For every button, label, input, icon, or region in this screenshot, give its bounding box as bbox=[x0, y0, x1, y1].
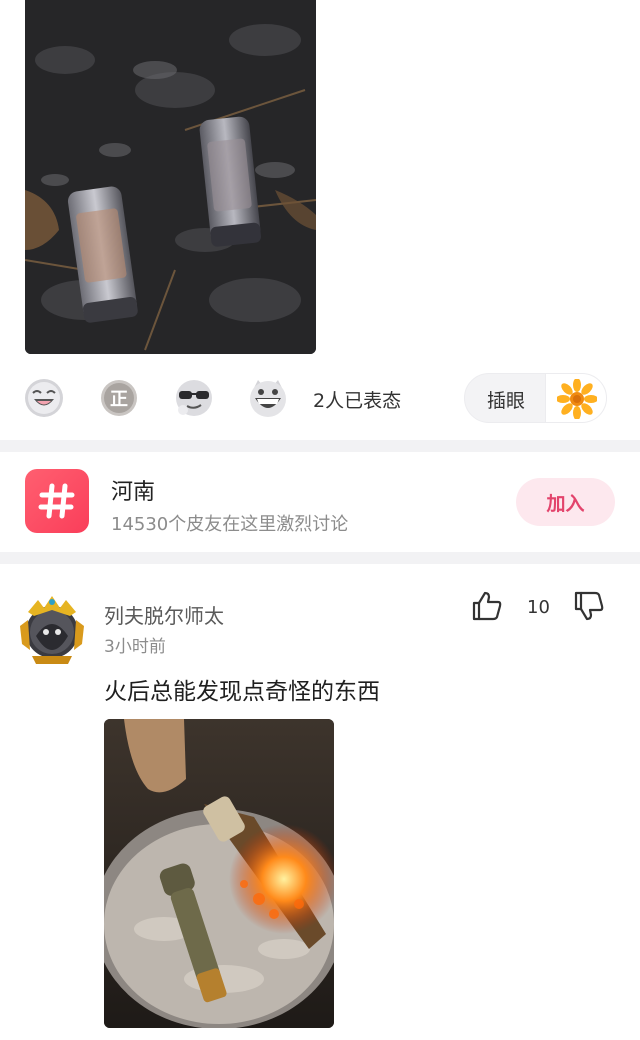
reaction-summary[interactable]: 2人已表态 bbox=[313, 386, 401, 413]
thumbs-up-icon[interactable] bbox=[470, 589, 504, 623]
topic-subtitle: 14530个皮友在这里激烈讨论 bbox=[111, 514, 349, 535]
sunflower-icon bbox=[545, 374, 606, 422]
topic-title[interactable]: 河南 bbox=[111, 474, 155, 506]
thumbs-down-icon[interactable] bbox=[572, 589, 606, 623]
section-divider bbox=[0, 440, 640, 452]
username[interactable]: 列夫脱尔师太 bbox=[104, 600, 224, 629]
hashtag-icon bbox=[25, 469, 89, 533]
like-count: 10 bbox=[527, 597, 550, 618]
sunglasses-face-icon[interactable] bbox=[174, 378, 214, 418]
post-image-fire-pit[interactable] bbox=[104, 719, 334, 1028]
insert-eye-label: 插眼 bbox=[487, 390, 526, 412]
post-time: 3小时前 bbox=[104, 637, 166, 657]
zheng-badge-icon[interactable]: 正 bbox=[99, 378, 139, 418]
post-text: 火后总能发现点奇怪的东西 bbox=[104, 679, 380, 705]
topic-card[interactable]: 河南 14530个皮友在这里激烈讨论 加入 bbox=[0, 452, 640, 552]
laughing-face-icon[interactable] bbox=[24, 378, 64, 418]
avatar[interactable] bbox=[14, 592, 90, 668]
svg-text:正: 正 bbox=[110, 389, 128, 410]
join-button[interactable]: 加入 bbox=[516, 478, 615, 526]
section-divider bbox=[0, 552, 640, 564]
insert-eye-button[interactable]: 插眼 bbox=[464, 373, 607, 423]
reaction-bar: 正 2人已表态 插眼 bbox=[0, 368, 640, 428]
grinning-cat-face-icon[interactable] bbox=[248, 378, 288, 418]
post-image-burnt-ground[interactable] bbox=[25, 0, 316, 354]
